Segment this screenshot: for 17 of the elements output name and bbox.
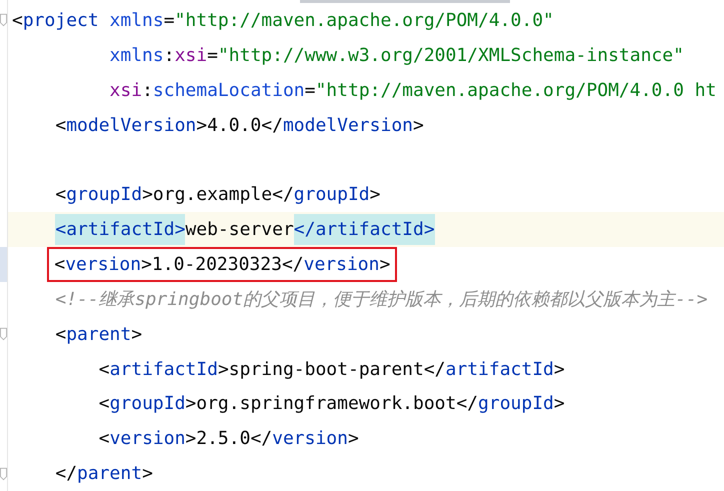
xml-element-line: <groupId>org.springframework.boot</groupId> [98,392,565,416]
fold-marker-icon[interactable] [0,13,7,28]
xml-element-line: <project xmlns="http://maven.apache.org/POM/4.0.0" [12,8,554,33]
attribute-line: xsi:schemaLocation="http://maven.apache.org/POM/4.0.0 ht [110,78,716,103]
scrollbar-thumb[interactable] [300,0,510,3]
xml-element-line: <parent> [55,322,142,347]
fold-marker-icon[interactable] [0,327,7,342]
xml-element-line: <artifactId>web-server</artifactId> [55,214,435,246]
code-comment: <!--继承springboot的父项目，便于维护版本，后期的依赖都以父版本为主--> [55,288,708,312]
attribute-line: xmlns:xsi="http://www.w3.org/2001/XMLSchema-instance" [110,44,684,68]
xml-element-line: <artifactId>spring-boot-parent</artifactId> [98,358,565,382]
xml-element-line: <version>1.0-20230323</version> [49,248,396,280]
fold-marker-icon[interactable] [0,466,7,481]
xml-element-line: <groupId>org.example</groupId> [55,183,380,208]
xml-element-line: <modelVersion>4.0.0</modelVersion> [55,114,424,138]
xml-element-line: </parent> [55,462,153,486]
xml-element-line: <version>2.5.0</version> [98,427,359,452]
